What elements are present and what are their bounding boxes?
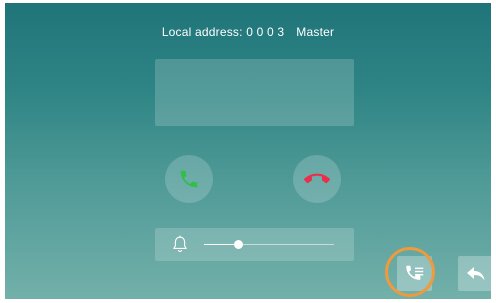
phone-hangup-icon	[304, 173, 330, 184]
bell-icon	[173, 235, 187, 252]
hang-up-button[interactable]	[293, 155, 341, 203]
back-button[interactable]	[458, 256, 491, 291]
volume-slider-fill	[204, 244, 238, 245]
local-address-label: Local address: 0 0 0 3	[161, 25, 285, 39]
call-list-button[interactable]	[397, 256, 432, 291]
answer-call-button[interactable]	[165, 155, 213, 203]
video-preview	[155, 59, 354, 126]
local-address-bar: Local address: 0 0 0 3 Master	[5, 25, 491, 39]
device-role-label: Master	[296, 25, 335, 39]
volume-slider-thumb[interactable]	[233, 240, 243, 249]
volume-control	[155, 228, 354, 261]
phone-answer-icon	[180, 170, 198, 188]
intercom-screen: Local address: 0 0 0 3 Master	[5, 3, 491, 299]
back-arrow-icon	[466, 266, 484, 280]
call-list-icon	[405, 265, 423, 280]
volume-slider-track[interactable]	[204, 240, 334, 249]
